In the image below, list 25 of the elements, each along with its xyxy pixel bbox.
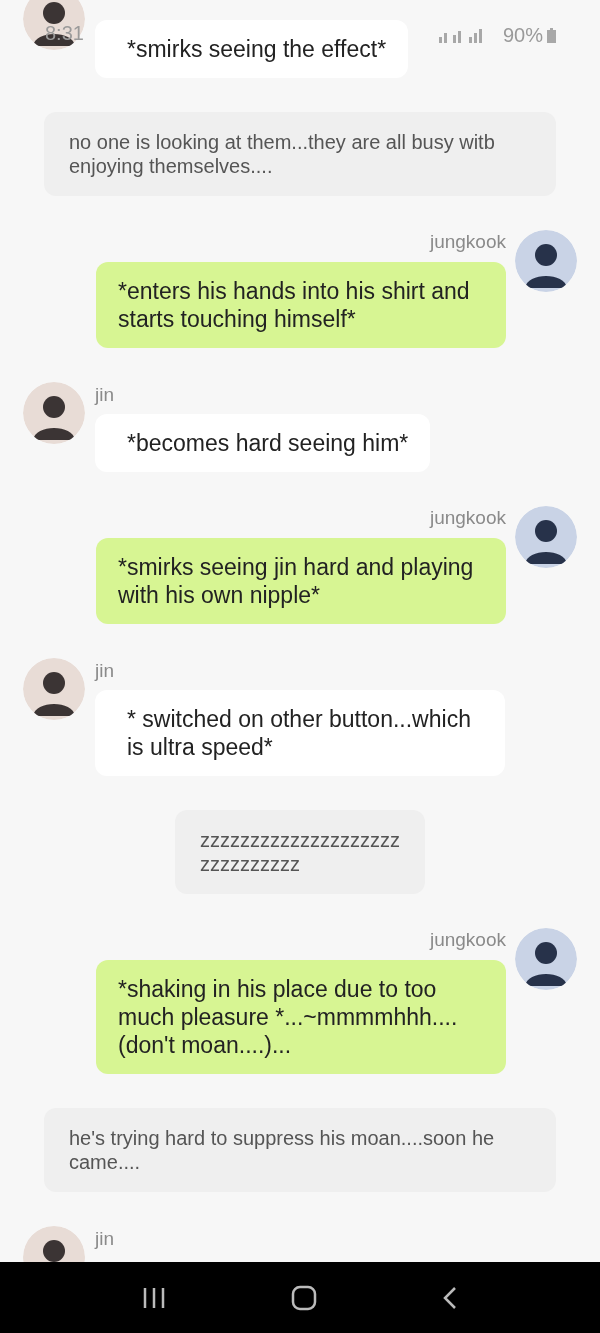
message-bubble: *enters his hands into his shirt and starts touching himself* [96,262,506,348]
message-bubble: * switched on other button...which is ultra speed* [95,690,505,776]
sender-name: jungkook [429,929,506,950]
battery-percent: 90% [502,23,543,48]
avatar-icon[interactable] [23,382,85,444]
sender-name: jungkook [429,231,506,252]
home-icon[interactable] [291,1284,317,1311]
message-bubble: *becomes hard seeing him* [95,414,431,472]
message-bubble: *shaking in his place due to too much pleasure *...~mmmmhhh.... (don't moan....)... [96,960,506,1074]
avatar-icon[interactable] [23,658,85,720]
sender-name: jungkook [429,507,506,528]
narration-bubble: he's trying hard to suppress his moan....soon he came.... [44,1108,556,1192]
battery-icon [547,27,556,43]
narration-bubble: no one is looking at them...they are all busy witb enjoying themselves.... [44,112,556,196]
sender-name: jin [95,660,114,681]
back-icon[interactable] [441,1285,458,1310]
avatar-icon[interactable] [515,506,577,568]
message-bubble: *smirks seeing jin hard and playing with his own nipple* [96,538,506,624]
narration-bubble: zzzzzzzzzzzzzzzzzzzzzzzzzzzzzz [175,810,425,894]
recent-apps-icon[interactable] [142,1286,167,1309]
avatar-icon[interactable] [515,230,577,292]
avatar-icon[interactable] [515,928,577,990]
sender-name: jin [95,1228,114,1249]
sender-name: jin [95,384,114,405]
message-bubble: *smirks seeing the effect* [95,20,409,78]
